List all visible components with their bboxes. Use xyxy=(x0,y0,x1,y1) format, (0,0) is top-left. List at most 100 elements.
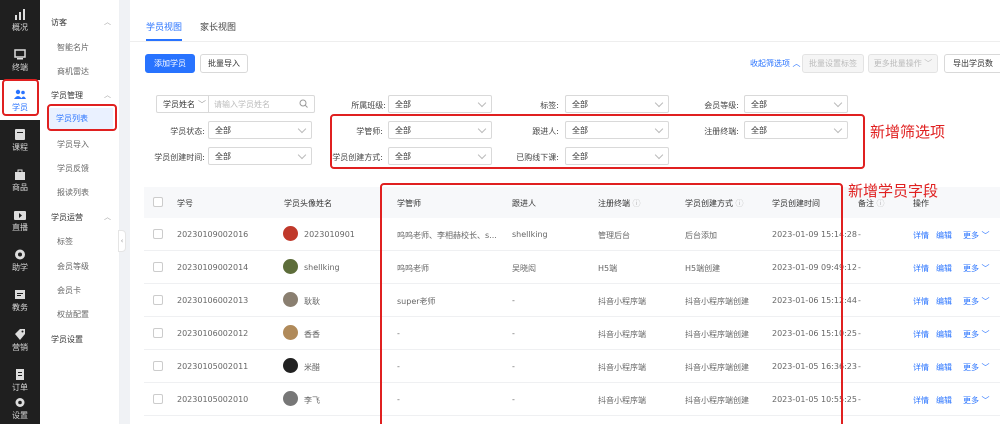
view-tabs: 学员视图 家长视图 xyxy=(130,0,1000,42)
batch-tag-button[interactable]: 批量设置标签 xyxy=(802,54,864,73)
detail-link[interactable]: 详情 xyxy=(913,395,929,406)
collapse-menu-button[interactable]: ‹ xyxy=(118,230,126,252)
row-checkbox[interactable] xyxy=(153,229,163,239)
submenu-item-enroll-list[interactable]: 报读列表 xyxy=(57,187,89,198)
cell-remark: - xyxy=(858,362,861,371)
rail-item-terminal[interactable]: 终端 xyxy=(0,40,40,80)
submenu-item-member-level[interactable]: 会员等级 xyxy=(57,261,89,272)
chevron-down-icon: ﹀ xyxy=(979,363,990,372)
more-label: 更多 xyxy=(963,297,979,306)
more-dropdown[interactable]: 更多 ﹀ xyxy=(963,263,990,274)
detail-link[interactable]: 详情 xyxy=(913,329,929,340)
submenu-item-radar[interactable]: 商机雷达 xyxy=(57,66,89,77)
detail-link[interactable]: 详情 xyxy=(913,296,929,307)
submenu-item-student-feedback[interactable]: 学员反馈 xyxy=(57,163,89,174)
rail-item-academic[interactable]: 教务 xyxy=(0,280,40,320)
class-filter-select[interactable]: 全部 xyxy=(388,95,492,113)
student-name-input[interactable]: 请输入学员姓名 xyxy=(209,99,314,110)
submenu-group-student-ops[interactable]: 学员运营 ︿ xyxy=(51,212,111,223)
submenu-item-student-import[interactable]: 学员导入 xyxy=(57,139,89,150)
chevron-down-icon: ﹀ xyxy=(979,330,990,339)
submenu-item-member-card[interactable]: 会员卡 xyxy=(57,285,81,296)
more-dropdown[interactable]: 更多 ﹀ xyxy=(963,230,990,241)
avatar xyxy=(283,259,298,274)
detail-link[interactable]: 详情 xyxy=(913,362,929,373)
edit-link[interactable]: 编辑 xyxy=(936,263,952,274)
active-tab-indicator xyxy=(146,39,182,41)
more-batch-button[interactable]: 更多批量操作 ﹀ xyxy=(868,54,938,73)
rail-item-marketing[interactable]: 营销 xyxy=(0,320,40,360)
edit-link[interactable]: 编辑 xyxy=(936,230,952,241)
cell-id: 20230106002013 xyxy=(177,296,249,305)
cell-remark: - xyxy=(858,296,861,305)
rail-item-goods[interactable]: 商品 xyxy=(0,160,40,200)
add-student-button[interactable]: 添加学员 xyxy=(145,54,195,73)
settings-icon xyxy=(14,397,27,409)
student-name-search[interactable]: 学员姓名 ﹀ 请输入学员姓名 xyxy=(156,95,315,113)
highlight-student-list xyxy=(47,104,117,131)
order-icon xyxy=(14,369,27,381)
name-field-select[interactable]: 学员姓名 ﹀ xyxy=(157,96,209,112)
chevron-down-icon: ﹀ xyxy=(979,264,990,273)
tag-filter-select[interactable]: 全部 xyxy=(565,95,669,113)
row-checkbox[interactable] xyxy=(153,262,163,272)
rail-item-overview[interactable]: 概况 xyxy=(0,0,40,40)
edit-link[interactable]: 编辑 xyxy=(936,362,952,373)
more-label: 更多 xyxy=(963,363,979,372)
select-all-checkbox[interactable] xyxy=(153,197,163,207)
main-nav-rail: 概况 终端 学员 课程 商品 直播 助学 教务 营销 订单 设置 xyxy=(0,0,40,424)
edit-link[interactable]: 编辑 xyxy=(936,395,952,406)
cell-name: 香香 xyxy=(304,330,320,339)
new-filters-highlight xyxy=(330,114,865,169)
rail-item-assist[interactable]: 助学 xyxy=(0,240,40,280)
cell-remark: - xyxy=(858,395,861,404)
goods-icon xyxy=(14,169,27,181)
cell-remark: - xyxy=(858,263,861,272)
submenu-item-benefits[interactable]: 权益配置 xyxy=(57,309,89,320)
rail-item-settings[interactable]: 设置 xyxy=(0,388,40,424)
chevron-down-icon: ﹀ xyxy=(979,231,990,240)
batch-import-button[interactable]: 批量导入 xyxy=(200,54,248,73)
collapse-filters-link[interactable]: 收起筛选项 ︿ xyxy=(750,58,801,69)
more-dropdown[interactable]: 更多 ﹀ xyxy=(963,329,990,340)
submenu-item-smart-card[interactable]: 智能名片 xyxy=(57,42,89,53)
avatar xyxy=(283,358,298,373)
row-checkbox[interactable] xyxy=(153,394,163,404)
row-checkbox[interactable] xyxy=(153,361,163,371)
row-checkbox[interactable] xyxy=(153,295,163,305)
rail-item-course[interactable]: 课程 xyxy=(0,120,40,160)
more-dropdown[interactable]: 更多 ﹀ xyxy=(963,296,990,307)
row-checkbox[interactable] xyxy=(153,328,163,338)
rail-item-live[interactable]: 直播 xyxy=(0,200,40,240)
edit-link[interactable]: 编辑 xyxy=(936,296,952,307)
level-filter-select[interactable]: 全部 xyxy=(744,95,848,113)
more-dropdown[interactable]: 更多 ﹀ xyxy=(963,362,990,373)
tab-student-view[interactable]: 学员视图 xyxy=(146,20,182,33)
academic-icon xyxy=(14,289,27,301)
cell-remark: - xyxy=(858,329,861,338)
marketing-icon xyxy=(14,329,27,341)
edit-link[interactable]: 编辑 xyxy=(936,329,952,340)
export-button[interactable]: 导出学员数 xyxy=(944,54,1000,73)
submenu-group-student-mgmt[interactable]: 学员管理 ︿ xyxy=(51,90,111,101)
cell-id: 20230109002016 xyxy=(177,230,249,239)
assist-icon xyxy=(14,249,27,261)
avatar xyxy=(283,226,298,241)
cell-remark: - xyxy=(858,230,861,239)
more-label: 更多 xyxy=(963,396,979,405)
submenu-item-tags[interactable]: 标签 xyxy=(57,236,73,247)
detail-link[interactable]: 详情 xyxy=(913,230,929,241)
submenu-group-student-settings[interactable]: 学员设置 xyxy=(51,334,111,345)
detail-link[interactable]: 详情 xyxy=(913,263,929,274)
status-filter-select[interactable]: 全部 xyxy=(208,121,312,139)
secondary-menu: 访客 ︿ 智能名片 商机雷达 学员管理 ︿ 学员列表 学员导入 学员反馈 报读列表 … xyxy=(40,0,120,424)
created-time-filter-select[interactable]: 全部 xyxy=(208,147,312,165)
tab-parent-view[interactable]: 家长视图 xyxy=(200,20,236,33)
submenu-group-visitor[interactable]: 访客 ︿ xyxy=(51,17,111,28)
more-dropdown[interactable]: 更多 ﹀ xyxy=(963,395,990,406)
more-label: 更多 xyxy=(963,231,979,240)
avatar xyxy=(283,292,298,307)
cell-id: 20230106002012 xyxy=(177,329,249,338)
search-icon xyxy=(299,99,308,110)
chevron-down-icon: ﹀ xyxy=(979,396,990,405)
